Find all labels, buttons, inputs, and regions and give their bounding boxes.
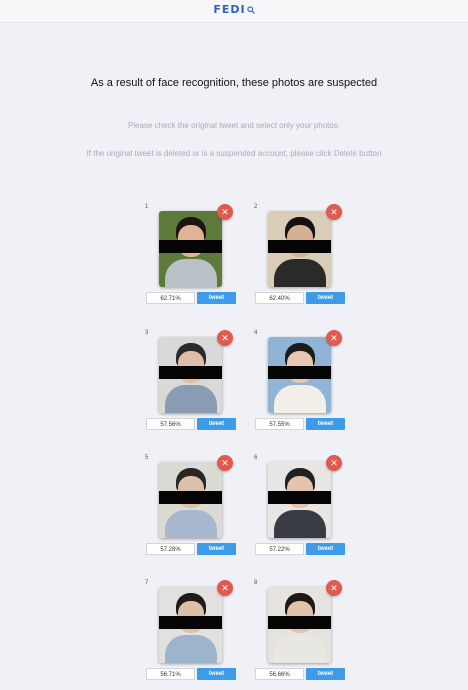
photo-number: 4 [254, 330, 258, 336]
censor-bar [268, 366, 331, 379]
photo-number: 7 [145, 580, 149, 586]
photo-card: 3 ✕ 57.56% tweet [145, 330, 240, 440]
tweet-button[interactable]: tweet [197, 292, 236, 304]
similarity-score: 62.71% [146, 292, 195, 304]
photo-card: 4 ✕ 57.55% tweet [254, 330, 349, 440]
page-headline: As a result of face recognition, these p… [90, 77, 378, 89]
photo-number: 2 [254, 204, 258, 210]
close-icon[interactable]: ✕ [217, 330, 233, 346]
similarity-score: 57.22% [255, 543, 304, 555]
tweet-button[interactable]: tweet [306, 668, 345, 680]
photo-number: 3 [145, 330, 149, 336]
photo-card: 2 ✕ 62.40% tweet [254, 204, 349, 314]
suspected-photo [268, 587, 331, 663]
tweet-button[interactable]: tweet [306, 418, 345, 430]
censor-bar [159, 366, 222, 379]
similarity-score: 56.66% [255, 668, 304, 680]
similarity-score: 57.55% [255, 418, 304, 430]
search-icon [246, 4, 255, 14]
censor-bar [268, 491, 331, 504]
tweet-button[interactable]: tweet [197, 543, 236, 555]
photo-number: 8 [254, 580, 258, 586]
similarity-score: 62.40% [255, 292, 304, 304]
photo-card: 5 ✕ 57.28% tweet [145, 455, 240, 565]
delete-instruction-text: If the original tweet is deleted or is a… [86, 149, 382, 158]
photo-card: 8 ✕ 56.66% tweet [254, 580, 349, 690]
similarity-score: 56.71% [146, 668, 195, 680]
censor-bar [159, 240, 222, 253]
suspected-photo [268, 462, 331, 538]
close-icon[interactable]: ✕ [326, 330, 342, 346]
suspected-photo [159, 587, 222, 663]
suspected-photo [159, 462, 222, 538]
close-icon[interactable]: ✕ [326, 204, 342, 220]
suspected-photo [268, 211, 331, 287]
photo-card: 1 ✕ 62.71% tweet [145, 204, 240, 314]
photo-number: 5 [145, 455, 149, 461]
suspected-photo [159, 211, 222, 287]
photo-number: 6 [254, 455, 258, 461]
tweet-button[interactable]: tweet [306, 543, 345, 555]
close-icon[interactable]: ✕ [326, 455, 342, 471]
fedi-logo[interactable]: FEDI [0, 3, 468, 16]
tweet-button[interactable]: tweet [197, 418, 236, 430]
close-icon[interactable]: ✕ [217, 580, 233, 596]
suspected-photo [159, 337, 222, 413]
censor-bar [268, 616, 331, 629]
photo-card: 6 ✕ 57.22% tweet [254, 455, 349, 565]
close-icon[interactable]: ✕ [217, 455, 233, 471]
similarity-score: 57.28% [146, 543, 195, 555]
photo-card: 7 ✕ 56.71% tweet [145, 580, 240, 690]
censor-bar [268, 240, 331, 253]
top-navbar: FEDI [0, 0, 468, 23]
tweet-button[interactable]: tweet [306, 292, 345, 304]
similarity-score: 57.56% [146, 418, 195, 430]
instruction-text: Please check the original tweet and sele… [127, 121, 341, 130]
close-icon[interactable]: ✕ [326, 580, 342, 596]
tweet-button[interactable]: tweet [197, 668, 236, 680]
photo-number: 1 [145, 204, 149, 210]
close-icon[interactable]: ✕ [217, 204, 233, 220]
logo-text: FEDI [213, 3, 246, 16]
censor-bar [159, 616, 222, 629]
censor-bar [159, 491, 222, 504]
suspected-photo [268, 337, 331, 413]
